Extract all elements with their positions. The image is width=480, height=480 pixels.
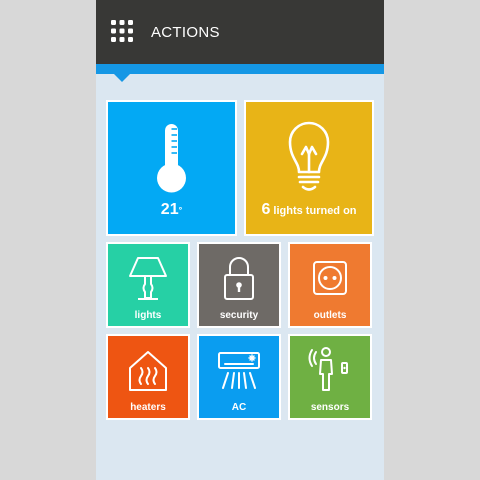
temperature-readout: 21° (108, 201, 235, 218)
lights-on-count: 6 (261, 201, 271, 218)
temperature-unit: ° (178, 205, 183, 215)
ac-label: AC (231, 402, 247, 413)
lights-on-text: lights turned on (273, 205, 357, 217)
lights-on-tile[interactable]: 6 lights turned on (244, 100, 374, 236)
lights-tile[interactable]: lights (106, 242, 190, 328)
outlets-label: outlets (313, 310, 347, 321)
outlets-tile[interactable]: outlets (288, 242, 372, 328)
sensors-label: sensors (310, 402, 350, 413)
phone-screen: ACTIONS 21° 6 lights turned on lights se… (96, 0, 384, 480)
security-tile[interactable]: security (197, 242, 281, 328)
lights-label: lights (134, 310, 162, 321)
app-header: ACTIONS (96, 0, 384, 64)
sensors-tile[interactable]: sensors (288, 334, 372, 420)
heaters-tile[interactable]: heaters (106, 334, 190, 420)
active-indicator (113, 73, 131, 82)
security-label: security (219, 310, 259, 321)
lights-on-readout: 6 lights turned on (246, 201, 372, 218)
accent-bar (96, 64, 384, 74)
grid-menu-icon[interactable] (111, 20, 133, 42)
temperature-value: 21 (160, 201, 179, 218)
page-title: ACTIONS (151, 24, 220, 41)
heaters-label: heaters (130, 402, 166, 413)
temperature-tile[interactable]: 21° (106, 100, 237, 236)
ac-tile[interactable]: AC (197, 334, 281, 420)
